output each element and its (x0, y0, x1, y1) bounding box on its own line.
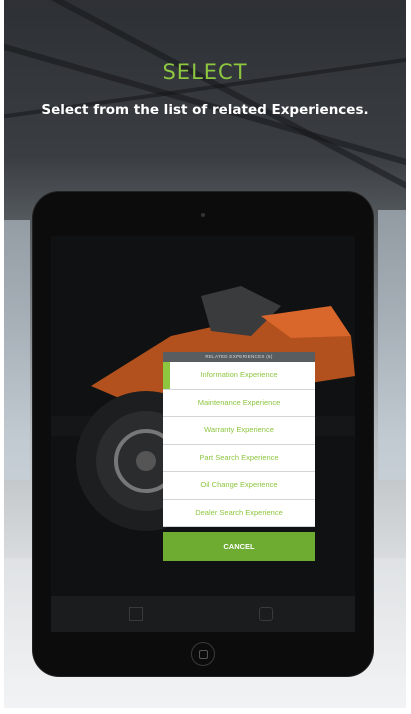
experience-item-warranty[interactable]: Warranty Experience (163, 417, 315, 445)
experience-list: Information Experience Maintenance Exper… (163, 362, 315, 527)
tablet-device: RELATED EXPERIENCES (6) Information Expe… (33, 192, 373, 676)
experience-item-information[interactable]: Information Experience (163, 362, 315, 390)
cancel-button[interactable]: CANCEL (163, 532, 315, 561)
experience-item-oil-change[interactable]: Oil Change Experience (163, 472, 315, 500)
hangar-window (4, 220, 30, 480)
experience-item-part-search[interactable]: Part Search Experience (163, 445, 315, 472)
hangar-window (378, 210, 406, 480)
app-screen: SELECT Select from the list of related E… (4, 0, 406, 708)
experience-item-dealer-search[interactable]: Dealer Search Experience (163, 500, 315, 527)
related-experiences-modal: RELATED EXPERIENCES (6) Information Expe… (163, 352, 315, 561)
tablet-screen: RELATED EXPERIENCES (6) Information Expe… (51, 236, 355, 632)
page-subtitle: Select from the list of related Experien… (41, 102, 369, 118)
page-title: SELECT (162, 60, 248, 84)
bottom-bar-right-icon[interactable] (259, 607, 273, 621)
tablet-bottom-bar (51, 596, 355, 632)
experience-item-maintenance[interactable]: Maintenance Experience (163, 390, 315, 417)
modal-header: RELATED EXPERIENCES (6) (163, 352, 315, 362)
camera-icon (201, 213, 205, 217)
home-button-icon[interactable] (191, 642, 215, 666)
home-square-icon (199, 650, 208, 659)
bottom-bar-left-icon[interactable] (129, 607, 143, 621)
